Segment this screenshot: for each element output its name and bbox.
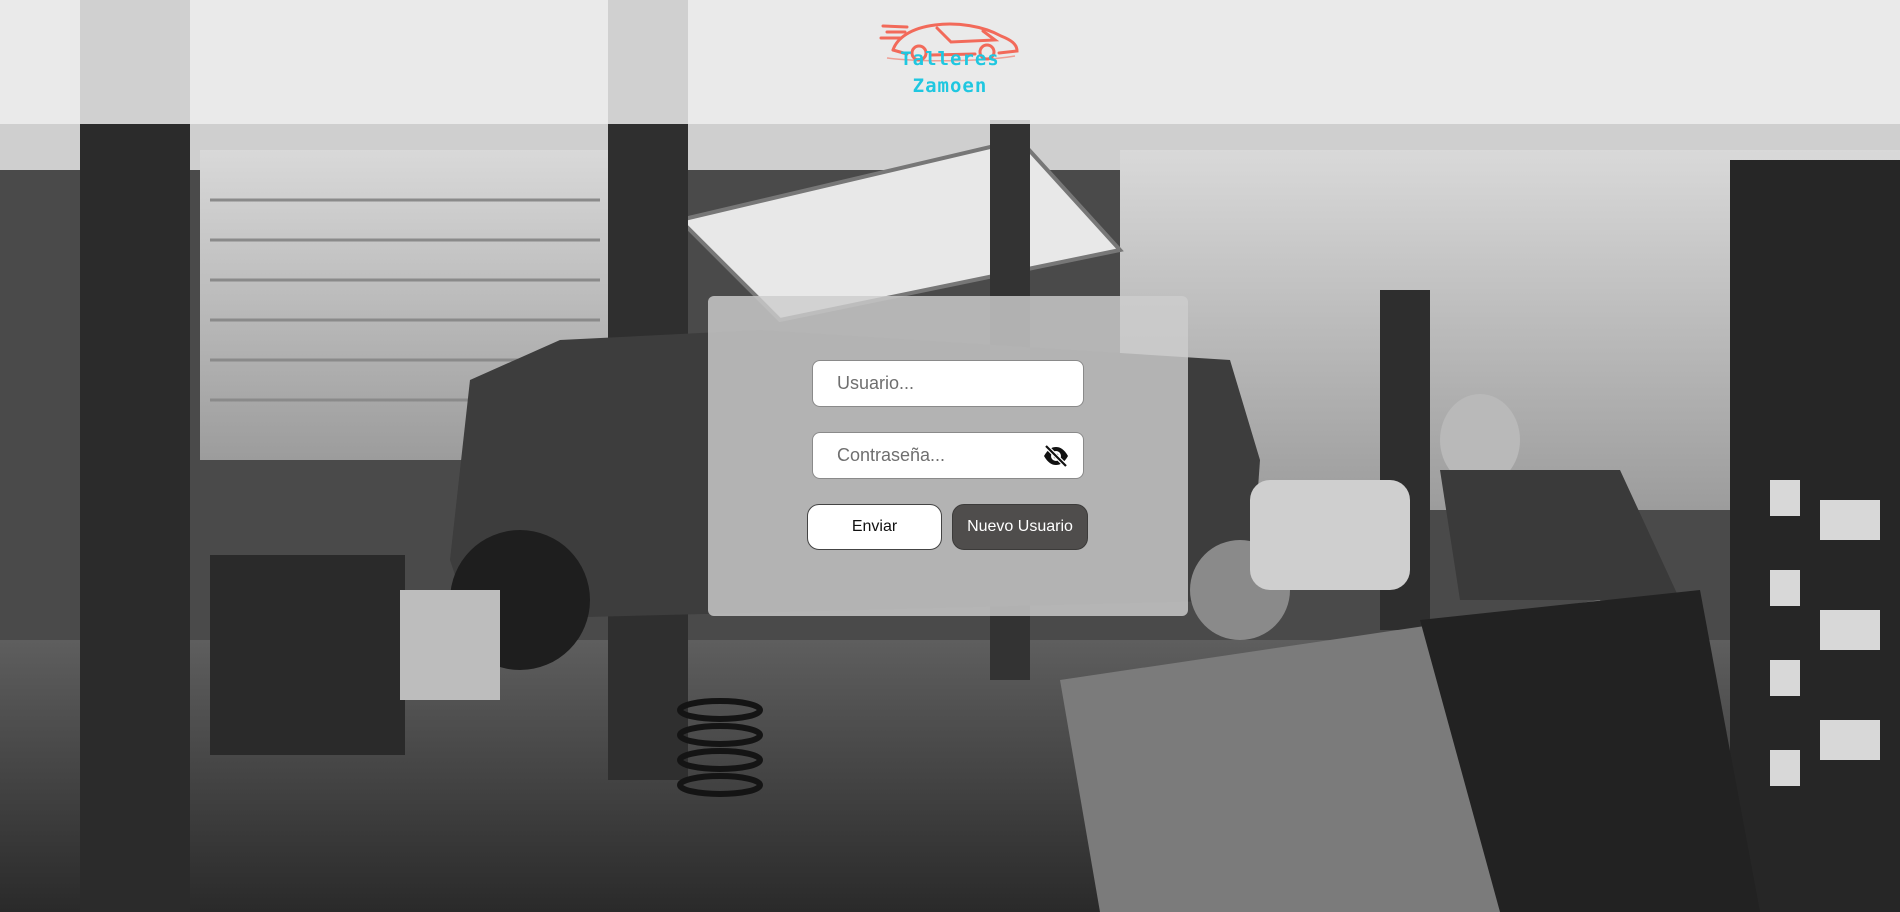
password-field[interactable] <box>812 432 1084 479</box>
login-form: Enviar Nuevo Usuario <box>708 296 1188 616</box>
brand-name: Talleres Zamoen <box>900 46 1000 100</box>
brand-name-line1: Talleres <box>900 48 1000 70</box>
eye-slash-icon[interactable] <box>1043 444 1069 468</box>
new-user-button[interactable]: Nuevo Usuario <box>952 504 1088 550</box>
username-field[interactable] <box>812 360 1084 407</box>
brand-logo[interactable]: Talleres Zamoen <box>875 0 1025 124</box>
top-header: Talleres Zamoen <box>0 0 1900 124</box>
password-input[interactable] <box>813 434 1039 477</box>
submit-button[interactable]: Enviar <box>807 504 942 550</box>
brand-name-line2: Zamoen <box>912 75 988 97</box>
username-input[interactable] <box>813 362 1039 405</box>
login-page: Talleres Zamoen Enviar Nuevo Usuario <box>0 0 1900 912</box>
